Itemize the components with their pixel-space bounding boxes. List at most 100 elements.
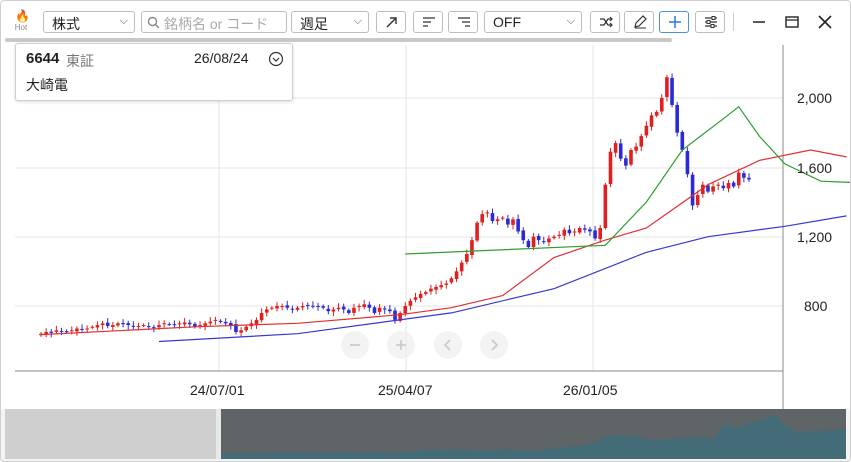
candle-body bbox=[388, 309, 392, 312]
candle-body bbox=[331, 309, 336, 312]
stock-name: 大崎電 bbox=[26, 77, 68, 93]
maximize-button[interactable] bbox=[783, 13, 801, 31]
ma-mid-line bbox=[40, 149, 847, 336]
candle-body bbox=[182, 322, 187, 325]
candle-body bbox=[146, 326, 151, 328]
trend-button[interactable] bbox=[376, 11, 406, 33]
plus-icon bbox=[396, 340, 406, 350]
candle-body bbox=[198, 325, 202, 327]
candle-body bbox=[423, 292, 428, 294]
scroll-right-button[interactable] bbox=[480, 331, 508, 359]
candle-body bbox=[449, 278, 454, 283]
shuffle-button[interactable] bbox=[590, 11, 620, 33]
candle-body bbox=[618, 143, 623, 159]
candle-body bbox=[680, 131, 685, 150]
candle-body bbox=[506, 218, 510, 225]
candle-body bbox=[95, 325, 100, 328]
candle-body bbox=[711, 186, 715, 192]
minimize-button[interactable] bbox=[750, 13, 768, 31]
candle-body bbox=[229, 322, 233, 326]
period-select[interactable]: 週足 ⌵ bbox=[291, 11, 369, 33]
candle-body bbox=[695, 195, 700, 206]
candle-body bbox=[588, 229, 592, 232]
candle-body bbox=[418, 293, 423, 299]
search-input[interactable]: 銘柄名 or コード bbox=[141, 11, 287, 33]
zoom-in-button[interactable] bbox=[387, 331, 415, 359]
candle-body bbox=[459, 262, 464, 272]
chevron-down-circle-icon[interactable] bbox=[268, 51, 284, 67]
draw-button[interactable] bbox=[624, 11, 654, 33]
candle-body bbox=[654, 111, 659, 116]
candle-body bbox=[629, 150, 633, 165]
candles bbox=[39, 73, 751, 338]
close-button[interactable] bbox=[816, 13, 834, 31]
align-right-icon bbox=[458, 17, 470, 27]
pencil-icon bbox=[634, 15, 647, 29]
candle-body bbox=[177, 323, 182, 325]
candle-body bbox=[500, 217, 505, 219]
candle-body bbox=[167, 324, 172, 326]
candle-body bbox=[326, 308, 331, 312]
candle-body bbox=[305, 304, 310, 306]
candle-body bbox=[162, 323, 166, 325]
candle-body bbox=[577, 228, 582, 233]
zoom-out-button[interactable] bbox=[341, 331, 369, 359]
candle-body bbox=[208, 321, 213, 324]
candle-body bbox=[100, 323, 105, 326]
candle-body bbox=[352, 307, 356, 313]
navigator-left-mask bbox=[5, 409, 216, 459]
candle-body bbox=[223, 321, 228, 324]
stock-info-panel: 6644 東証 26/08/24 大崎電 bbox=[15, 43, 293, 101]
candle-body bbox=[444, 283, 449, 285]
candle-body bbox=[665, 77, 669, 97]
ma-long-line bbox=[158, 215, 847, 343]
candle-body bbox=[136, 325, 141, 327]
align-right-button[interactable] bbox=[448, 11, 478, 33]
settings-button[interactable] bbox=[695, 11, 725, 33]
navigator-handle[interactable] bbox=[216, 409, 221, 459]
candle-body bbox=[485, 212, 490, 214]
candle-body bbox=[367, 304, 372, 308]
candle-body bbox=[603, 184, 608, 228]
candle-body bbox=[372, 307, 377, 313]
maximize-icon bbox=[785, 16, 799, 28]
y-tick-label: 800 bbox=[804, 298, 828, 314]
candle-body bbox=[572, 231, 577, 233]
candle-body bbox=[475, 222, 479, 241]
shuffle-icon bbox=[600, 16, 613, 28]
hot-button[interactable]: 🔥 Hot bbox=[9, 8, 33, 36]
search-icon bbox=[147, 16, 160, 29]
candle-body bbox=[126, 323, 131, 326]
candle-body bbox=[536, 235, 541, 241]
candle-body bbox=[644, 125, 649, 136]
mode-select[interactable]: OFF ⌵ bbox=[484, 11, 582, 33]
candle-body bbox=[526, 240, 531, 248]
chevron-right-icon bbox=[491, 339, 499, 351]
candle-body bbox=[634, 146, 638, 151]
candle-body bbox=[54, 330, 59, 332]
candle-body bbox=[685, 151, 690, 175]
align-left-button[interactable] bbox=[413, 11, 443, 33]
candle-body bbox=[347, 310, 351, 313]
candle-body bbox=[557, 234, 561, 236]
candle-body bbox=[521, 230, 526, 241]
range-navigator[interactable] bbox=[1, 409, 850, 461]
candle-body bbox=[516, 218, 520, 232]
candle-body bbox=[721, 185, 726, 189]
candle-body bbox=[336, 307, 341, 310]
candle-body bbox=[736, 172, 741, 186]
market-select[interactable]: 株式 ⌵ bbox=[43, 11, 135, 33]
candle-body bbox=[639, 136, 644, 147]
candle-body bbox=[675, 104, 679, 133]
y-tick-label: 1,200 bbox=[797, 229, 833, 245]
crosshair-plus-icon bbox=[669, 16, 681, 28]
toolbar: 🔥 Hot 株式 ⌵ 銘柄名 or コード 週足 ⌵ OFF ⌵ bbox=[1, 1, 850, 41]
scroll-left-button[interactable] bbox=[434, 331, 462, 359]
chevron-down-icon: ⌵ bbox=[566, 15, 575, 27]
candle-body bbox=[382, 308, 387, 310]
align-left-icon bbox=[423, 17, 435, 27]
y-tick-label: 1,600 bbox=[797, 160, 833, 176]
crosshair-button[interactable] bbox=[659, 11, 689, 33]
horizontal-scrollbar[interactable] bbox=[5, 38, 672, 42]
candle-body bbox=[290, 308, 295, 310]
